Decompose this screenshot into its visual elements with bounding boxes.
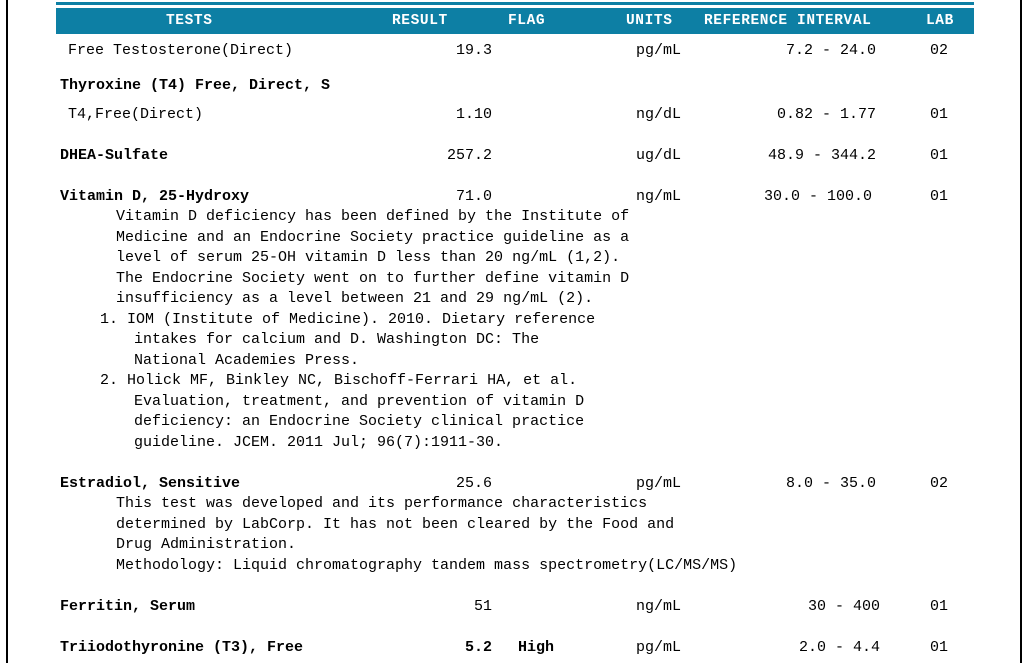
note-line: insufficiency as a level between 21 and … (116, 290, 594, 307)
column-header-tests: TESTS (166, 13, 213, 29)
note-line: Drug Administration. (116, 536, 297, 553)
group-heading-thyroxine: Thyroxine (T4) Free, Direct, S (60, 77, 331, 94)
note-line: The Endocrine Society went on to further… (116, 269, 630, 287)
column-header-units: UNITS (626, 13, 673, 29)
note-reference-line: guideline. JCEM. 2011 Jul; 96(7):1911-30… (134, 433, 504, 451)
table-row: Ferritin, Serum 51 ng/mL 30 - 400 01 (56, 596, 976, 617)
row-lab: 01 (930, 639, 949, 656)
row-result: 71.0 (455, 188, 492, 205)
report-sheet: TESTS RESULT FLAG UNITS REFERENCE INTERV… (56, 0, 976, 658)
row-reference-interval: 30 - 400 (807, 598, 880, 615)
row-result: 5.2 (464, 639, 492, 656)
row-result: 1.10 (455, 106, 492, 123)
row-lab: 02 (930, 42, 949, 59)
lab-report-page: TESTS RESULT FLAG UNITS REFERENCE INTERV… (0, 0, 1030, 663)
page-border-left (6, 0, 8, 663)
note-line: level of serum 25-OH vitamin D less than… (116, 249, 621, 266)
row-units: pg/mL (636, 42, 682, 59)
row-result: 19.3 (455, 42, 492, 59)
note-reference-line: 1. IOM (Institute of Medicine). 2010. Di… (100, 310, 596, 328)
row-result: 51 (473, 598, 492, 615)
note-reference-line: intakes for calcium and D. Washington DC… (134, 331, 540, 348)
table-row: Free Testosterone(Direct) 19.3 pg/mL 7.2… (56, 40, 976, 61)
table-row: T4,Free(Direct) 1.10 ng/dL 0.82 - 1.77 0… (56, 104, 976, 125)
note-reference-line: deficiency: an Endocrine Society clinica… (134, 413, 585, 430)
row-lab: 02 (930, 475, 949, 492)
column-header-flag: FLAG (508, 13, 546, 29)
row-test-name: Free Testosterone(Direct) (68, 42, 294, 59)
column-header-reference-interval: REFERENCE INTERVAL (704, 13, 872, 29)
column-header-lab: LAB (926, 13, 954, 29)
row-result: 25.6 (455, 475, 492, 492)
page-border-right (1020, 0, 1022, 663)
note-reference-line: 2. Holick MF, Binkley NC, Bischoff-Ferra… (100, 372, 578, 389)
row-reference-interval: 0.82 - 1.77 (776, 106, 876, 123)
row-units: ng/mL (636, 598, 682, 615)
note-line: determined by LabCorp. It has not been c… (116, 515, 675, 533)
row-lab: 01 (930, 598, 949, 615)
row-result: 257.2 (446, 147, 492, 164)
row-reference-interval: 8.0 - 35.0 (785, 475, 876, 492)
row-gap (56, 576, 976, 596)
row-gap (56, 61, 976, 75)
row-reference-interval: 48.9 - 344.2 (767, 147, 876, 164)
row-test-name: DHEA-Sulfate (60, 147, 169, 164)
row-test-name: Ferritin, Serum (60, 598, 196, 615)
table-row: Triiodothyronine (T3), Free 5.2 High pg/… (56, 637, 976, 658)
row-units: ng/mL (636, 188, 682, 205)
row-units: ng/dL (636, 106, 682, 123)
row-gap (56, 453, 976, 473)
note-line: Methodology: Liquid chromatography tande… (116, 556, 738, 574)
row-test-name: Vitamin D, 25-Hydroxy (60, 188, 250, 205)
row-units: ug/dL (636, 147, 682, 164)
row-test-name: Estradiol, Sensitive (60, 475, 241, 492)
note-line: Medicine and an Endocrine Society practi… (116, 228, 630, 246)
table-row: DHEA-Sulfate 257.2 ug/dL 48.9 - 344.2 01 (56, 145, 976, 166)
table-row: Vitamin D, 25-Hydroxy 71.0 ng/mL 30.0 - … (56, 186, 976, 207)
row-lab: 01 (930, 147, 949, 164)
row-gap (56, 617, 976, 637)
table-row: Estradiol, Sensitive 25.6 pg/mL 8.0 - 35… (56, 473, 976, 494)
row-gap (56, 166, 976, 186)
row-reference-interval: 2.0 - 4.4 (798, 639, 880, 656)
row-reference-interval: 30.0 - 100.0 (763, 188, 872, 205)
row-lab: 01 (930, 188, 949, 205)
row-units: pg/mL (636, 639, 682, 656)
note-reference-line: National Academies Press. (134, 351, 360, 369)
note-reference-line: Evaluation, treatment, and prevention of… (134, 392, 585, 410)
column-header-result: RESULT (392, 13, 448, 29)
row-gap (56, 125, 976, 145)
row-flag: High (518, 639, 555, 656)
note-line: This test was developed and its performa… (116, 495, 648, 512)
row-lab: 01 (930, 106, 949, 123)
table-header-bar: TESTS RESULT FLAG UNITS REFERENCE INTERV… (56, 8, 974, 34)
note-line: Vitamin D deficiency has been defined by… (116, 208, 630, 225)
row-gap (56, 96, 976, 104)
row-reference-interval: 7.2 - 24.0 (785, 42, 876, 59)
table-body: Free Testosterone(Direct) 19.3 pg/mL 7.2… (56, 40, 976, 658)
row-units: pg/mL (636, 475, 682, 492)
row-test-name: T4,Free(Direct) (68, 106, 204, 123)
row-test-name: Triiodothyronine (T3), Free (60, 639, 304, 656)
